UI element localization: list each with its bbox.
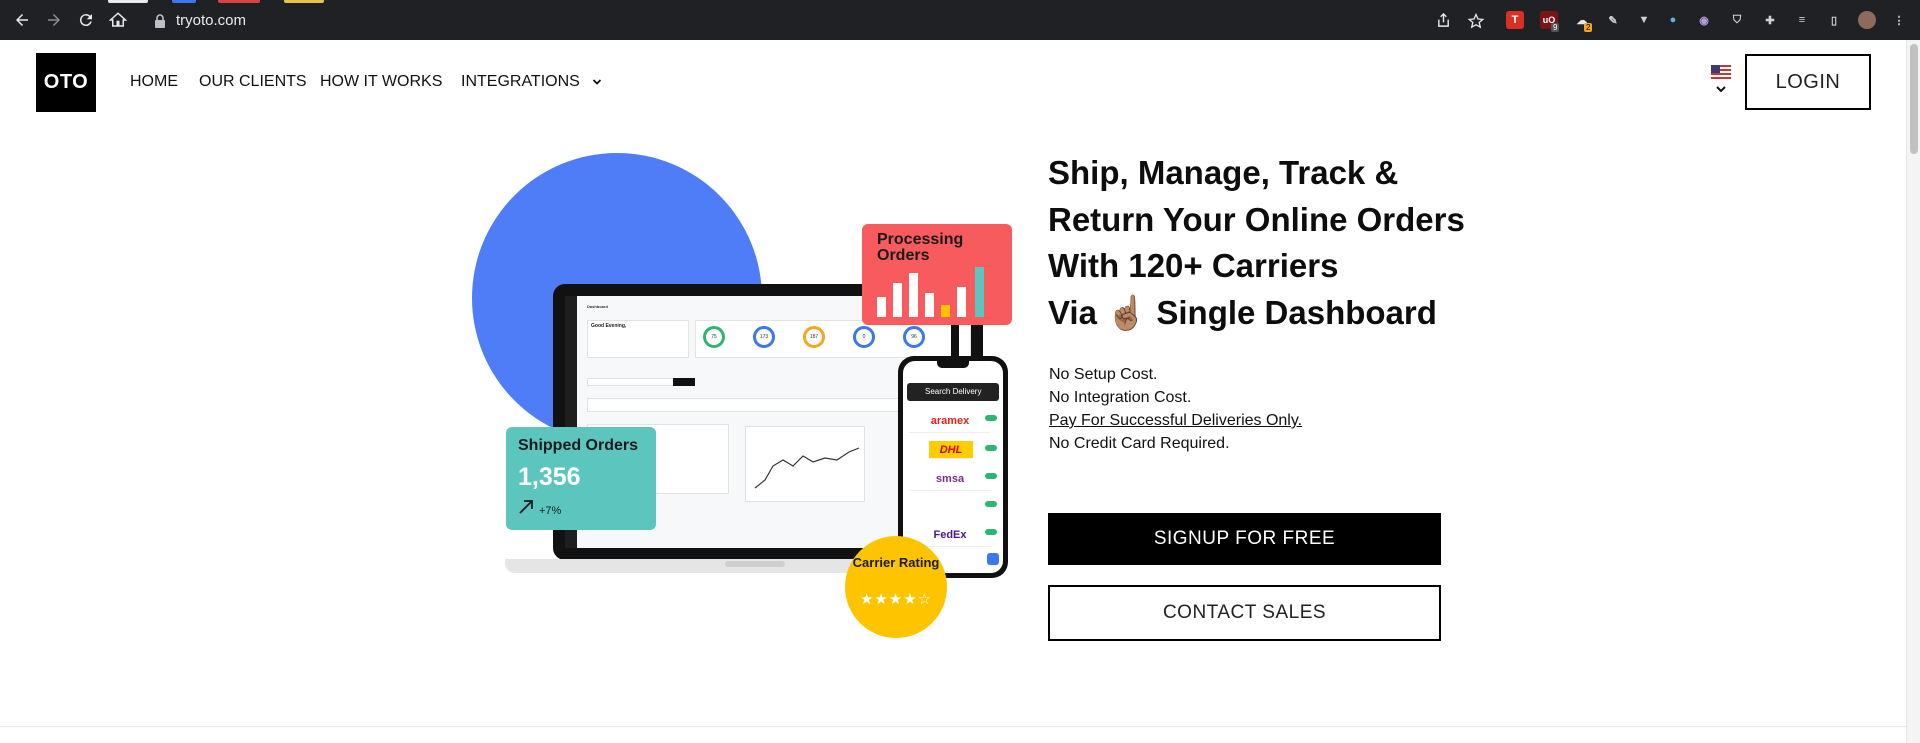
pen-icon[interactable]: ✎ bbox=[1604, 11, 1622, 29]
dashboard-line-chart bbox=[754, 447, 860, 489]
grammarly-badge: 2 bbox=[1584, 23, 1593, 32]
nav-how-it-works[interactable]: HOW IT WORKS bbox=[320, 73, 442, 91]
processing-orders-label: Processing Orders bbox=[877, 231, 964, 264]
benefit-setup: No Setup Cost. bbox=[1049, 366, 1158, 383]
oto-logo[interactable]: OTO bbox=[36, 53, 96, 112]
chevron-down-icon bbox=[593, 79, 602, 85]
lock-icon bbox=[155, 14, 165, 28]
puzzle-icon[interactable]: ✚ bbox=[1761, 11, 1779, 29]
shipped-orders-count: 1,356 bbox=[518, 463, 581, 491]
nav-integrations-label: INTEGRATIONS bbox=[461, 73, 580, 90]
carrier-smsa: smsa bbox=[909, 467, 991, 491]
ublock-badge: 9 bbox=[1551, 23, 1560, 32]
menu-icon[interactable]: ⋮ bbox=[1890, 11, 1908, 29]
headline-line-3: With 120+ Carriers bbox=[1048, 247, 1339, 284]
rating-stars: ★★★★☆ bbox=[859, 591, 933, 608]
benefit-integration: No Integration Cost. bbox=[1049, 389, 1192, 406]
scrollbar-thumb[interactable] bbox=[1910, 44, 1918, 154]
hero-headline: Ship, Manage, Track & Return Your Online… bbox=[1048, 150, 1468, 336]
home-button[interactable] bbox=[106, 8, 130, 32]
headline-line-2: Return Your Online Orders bbox=[1048, 200, 1465, 238]
processing-orders-card: Processing Orders bbox=[862, 224, 1012, 325]
language-chevron-icon[interactable] bbox=[1715, 84, 1727, 94]
url-text: tryoto.com bbox=[176, 12, 247, 29]
address-bar[interactable]: tryoto.com bbox=[142, 6, 1484, 35]
share-icon[interactable] bbox=[1436, 13, 1451, 28]
arrow-right-icon bbox=[48, 14, 60, 26]
extension-circle-icon[interactable]: ◉ bbox=[1695, 11, 1713, 29]
benefit-pay-link[interactable]: Pay For Successful Deliveries Only. bbox=[1049, 409, 1302, 432]
contact-sales-button[interactable]: CONTACT SALES bbox=[1048, 585, 1441, 641]
stat-ring: 0 bbox=[853, 326, 875, 348]
shipped-orders-label: Shipped Orders bbox=[518, 437, 639, 454]
phone-search-text: Search Delivery bbox=[925, 387, 982, 396]
media-icon[interactable]: ≡ bbox=[1793, 11, 1811, 29]
stat-ring: 187 bbox=[803, 326, 825, 348]
tab-strip bbox=[0, 0, 1920, 4]
star-icon[interactable] bbox=[1468, 13, 1484, 29]
carrier-aramex: aramex bbox=[909, 409, 991, 433]
back-button[interactable] bbox=[10, 8, 34, 32]
benefit-no-card: No Credit Card Required. bbox=[1049, 435, 1230, 452]
arrow-left-icon bbox=[16, 14, 28, 26]
benefits-list: No Setup Cost. No Integration Cost. Pay … bbox=[1049, 363, 1302, 455]
login-button[interactable]: LOGIN bbox=[1745, 54, 1871, 110]
carrier-rating-label: Carrier Rating bbox=[852, 555, 940, 570]
stat-ring: 75 bbox=[703, 326, 725, 348]
extension-t-icon[interactable]: T bbox=[1506, 11, 1524, 29]
sidepanel-icon[interactable]: ▯ bbox=[1825, 11, 1843, 29]
reload-icon bbox=[79, 14, 92, 27]
browser-toolbar: tryoto.com T uO 9 ☁ 2 ✎ ▼ ● ◉ ⛉ ✚ ≡ ▯ ⋮ bbox=[0, 0, 1920, 40]
reload-button[interactable] bbox=[74, 8, 98, 32]
page-scrollbar[interactable] bbox=[1906, 40, 1920, 743]
signup-button[interactable]: SIGNUP FOR FREE bbox=[1048, 513, 1441, 565]
vee-icon[interactable]: ▼ bbox=[1635, 11, 1653, 29]
nav-our-clients[interactable]: OUR CLIENTS bbox=[199, 73, 307, 91]
nav-home[interactable]: HOME bbox=[130, 73, 178, 91]
forward-button[interactable] bbox=[42, 8, 66, 32]
page: OTO HOME OUR CLIENTS HOW IT WORKS INTEGR… bbox=[0, 40, 1920, 743]
shipped-orders-change: +7% bbox=[539, 505, 562, 517]
stat-ring: 173 bbox=[753, 326, 775, 348]
carrier-dhl: DHL bbox=[929, 441, 973, 459]
nav-integrations[interactable]: INTEGRATIONS bbox=[461, 73, 602, 91]
extension-globe-icon[interactable]: ● bbox=[1664, 11, 1682, 29]
dashboard-greeting: Good Evening, bbox=[591, 323, 627, 329]
headline-line-4: Via ☝🏽 Single Dashboard bbox=[1048, 293, 1437, 331]
section-divider bbox=[0, 726, 1906, 727]
headline-line-1: Ship, Manage, Track & bbox=[1048, 154, 1399, 191]
shield-icon[interactable]: ⛉ bbox=[1728, 11, 1746, 29]
dashboard-title: Dashboard bbox=[587, 304, 608, 309]
trend-up-icon bbox=[519, 500, 533, 514]
avatar[interactable] bbox=[1858, 11, 1876, 29]
home-icon bbox=[109, 12, 127, 27]
phone-search-bar: Search Delivery bbox=[907, 383, 999, 401]
shipped-orders-card: Shipped Orders 1,356 +7% bbox=[506, 427, 656, 530]
stat-ring: 96 bbox=[903, 326, 925, 348]
us-flag-icon[interactable] bbox=[1711, 65, 1731, 79]
carrier-rating-badge: Carrier Rating ★★★★☆ bbox=[845, 536, 947, 638]
